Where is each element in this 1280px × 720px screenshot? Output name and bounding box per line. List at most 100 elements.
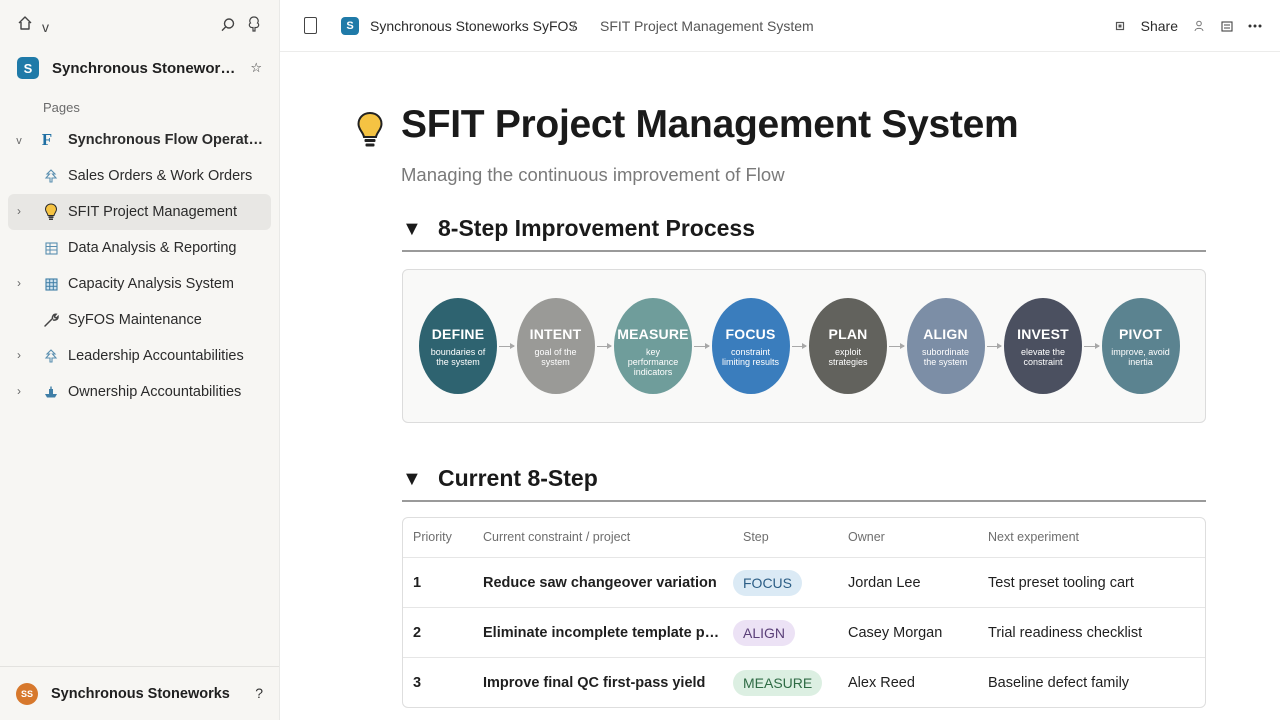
chevron-down-icon[interactable]: v <box>14 135 24 147</box>
step-title: ALIGN <box>923 326 968 342</box>
sidebar-item-label: Data Analysis & Reporting <box>68 240 237 256</box>
step-description-line: the system <box>436 357 480 367</box>
lightbulb-icon <box>42 203 60 221</box>
sidebar-item-ownership-accountabilities[interactable]: › Ownership Accountabilities <box>8 374 271 410</box>
arrow-right-icon <box>791 343 807 349</box>
chevron-right-icon[interactable]: › <box>14 384 24 398</box>
chevron-right-icon[interactable]: › <box>14 276 24 290</box>
arrow-right-icon <box>1084 343 1099 349</box>
chevron-right-icon[interactable]: › <box>14 348 24 362</box>
process-step-define: DEFINE boundaries of the system <box>419 298 497 394</box>
grid-icon <box>42 275 60 293</box>
star-icon[interactable]: ☆ <box>250 60 262 76</box>
step-description-line: inertia <box>1128 357 1153 367</box>
chevron-right-icon[interactable]: › <box>14 204 24 218</box>
pages-section-label: Pages <box>43 100 80 115</box>
page-title: SFIT Project Management System <box>401 103 1019 146</box>
step-title: DEFINE <box>431 326 485 342</box>
workspace-row[interactable]: S Synchronous Stoneworks... ☆ <box>8 52 272 84</box>
step-description-line: limiting results <box>721 357 779 367</box>
step-badge: FOCUS <box>733 570 802 596</box>
breadcrumb-current-page[interactable]: SFIT Project Management System <box>600 18 814 34</box>
sidebar-item-synchronous-flow-operations[interactable]: v F Synchronous Flow Operati... <box>8 122 271 158</box>
sidebar-item-sfit-project-management[interactable]: › SFIT Project Management <box>8 194 271 230</box>
step-title: MEASURE <box>617 326 689 342</box>
column-header-project[interactable]: Current constraint / project <box>483 530 630 544</box>
tree-icon[interactable] <box>245 15 263 33</box>
owner-cell: Jordan Lee <box>848 575 921 591</box>
process-step-align: ALIGN subordinate the system <box>906 298 985 394</box>
process-step-intent: INTENT goal of the system <box>516 298 595 394</box>
sidebar-item-label: Synchronous Flow Operati... <box>68 132 263 148</box>
column-header-owner[interactable]: Owner <box>848 530 885 544</box>
step-description: subordinate the system <box>913 347 979 367</box>
toggle-triangle-icon[interactable]: ▼ <box>402 218 422 241</box>
sidebar-item-label: Ownership Accountabilities <box>68 384 242 400</box>
process-step-invest: INVEST elevate the constraint <box>1004 298 1082 394</box>
more-options-icon[interactable] <box>1248 19 1262 33</box>
process-section-heading[interactable]: ▼ 8-Step Improvement Process <box>402 212 1206 252</box>
breadcrumb-workspace-logo: S <box>341 17 359 35</box>
step-description: key performance indicators <box>620 347 686 377</box>
column-header-priority[interactable]: Priority <box>413 530 452 544</box>
sidebar-item-label: Capacity Analysis System <box>68 276 235 292</box>
search-icon[interactable] <box>219 16 237 34</box>
help-icon[interactable]: ? <box>255 685 263 701</box>
sidebar-item-label: Leadership Accountabilities <box>68 348 244 364</box>
table-row[interactable]: 3 Improve final QC first-pass yield MEAS… <box>403 658 1205 707</box>
process-step-focus: FOCUS constraint limiting results <box>711 298 790 394</box>
home-icon[interactable] <box>16 14 34 32</box>
share-button[interactable]: Share <box>1141 18 1178 34</box>
step-description-line: exploit <box>834 347 861 357</box>
current-section-heading[interactable]: ▼ Current 8-Step <box>402 462 1206 502</box>
sidebar-item-leadership-accountabilities[interactable]: › Leadership Accountabilities <box>8 338 271 374</box>
project-cell[interactable]: Eliminate incomplete template pa... <box>483 625 723 641</box>
step-badge: MEASURE <box>733 670 823 696</box>
step-badge: ALIGN <box>733 620 796 646</box>
footer-workspace-name: Synchronous Stoneworks <box>51 685 230 702</box>
next-experiment-cell: Test preset tooling cart <box>988 575 1134 591</box>
column-header-next-experiment[interactable]: Next experiment <box>988 530 1079 544</box>
sidebar-footer[interactable]: SS Synchronous Stoneworks ? <box>0 666 279 720</box>
sidebar-item-data-analysis[interactable]: Data Analysis & Reporting <box>8 230 271 266</box>
owner-cell: Alex Reed <box>848 675 915 691</box>
process-step-plan: PLAN exploit strategies <box>809 298 887 394</box>
table-header: Priority Current constraint / project St… <box>403 518 1205 558</box>
step-description-line: elevate the <box>1020 347 1066 357</box>
step-description-line: system <box>541 357 570 367</box>
person-icon[interactable] <box>1192 19 1206 33</box>
breadcrumb-separator: / <box>572 18 576 34</box>
step-description: boundaries of the system <box>425 347 491 367</box>
arrow-right-icon <box>986 343 1002 349</box>
arrow-right-icon <box>499 343 514 349</box>
sidebar-toggle-icon[interactable] <box>304 17 317 34</box>
step-description-line: indicators <box>633 367 673 377</box>
sidebar-item-capacity-analysis[interactable]: › Capacity Analysis System <box>8 266 271 302</box>
comments-icon[interactable] <box>1220 19 1234 33</box>
step-title: INTENT <box>529 326 582 342</box>
table-icon <box>42 239 60 257</box>
priority-cell: 1 <box>413 575 422 591</box>
current-steps-table: Priority Current constraint / project St… <box>402 517 1206 708</box>
sidebar-item-syfos-maintenance[interactable]: SyFOS Maintenance <box>8 302 271 338</box>
step-description-line: key performance <box>627 347 679 367</box>
step-description: elevate the constraint <box>1010 347 1076 367</box>
tree-icon <box>42 167 60 185</box>
toggle-triangle-icon[interactable]: ▼ <box>402 468 422 491</box>
sidebar-item-sales-orders[interactable]: Sales Orders & Work Orders <box>8 158 271 194</box>
workspace-switcher-caret[interactable]: v <box>42 19 49 35</box>
project-cell[interactable]: Improve final QC first-pass yield <box>483 675 723 691</box>
breadcrumb-workspace[interactable]: Synchronous Stoneworks SyFOS <box>370 18 578 34</box>
project-cell[interactable]: Reduce saw changeover variation <box>483 575 723 591</box>
table-row[interactable]: 1 Reduce saw changeover variation FOCUS … <box>403 558 1205 608</box>
section-heading-text: Current 8-Step <box>438 465 598 491</box>
step-description-line: the system <box>923 357 968 367</box>
table-row[interactable]: 2 Eliminate incomplete template pa... AL… <box>403 608 1205 658</box>
improvement-process-diagram: DEFINE boundaries of the system INTENT goal … <box>402 269 1206 423</box>
step-title: PLAN <box>828 326 868 342</box>
lightbulb-icon[interactable] <box>355 110 385 150</box>
column-header-step[interactable]: Step <box>743 530 769 544</box>
ship-icon <box>42 383 60 401</box>
priority-cell: 2 <box>413 625 422 641</box>
lock-icon[interactable] <box>1113 19 1127 33</box>
